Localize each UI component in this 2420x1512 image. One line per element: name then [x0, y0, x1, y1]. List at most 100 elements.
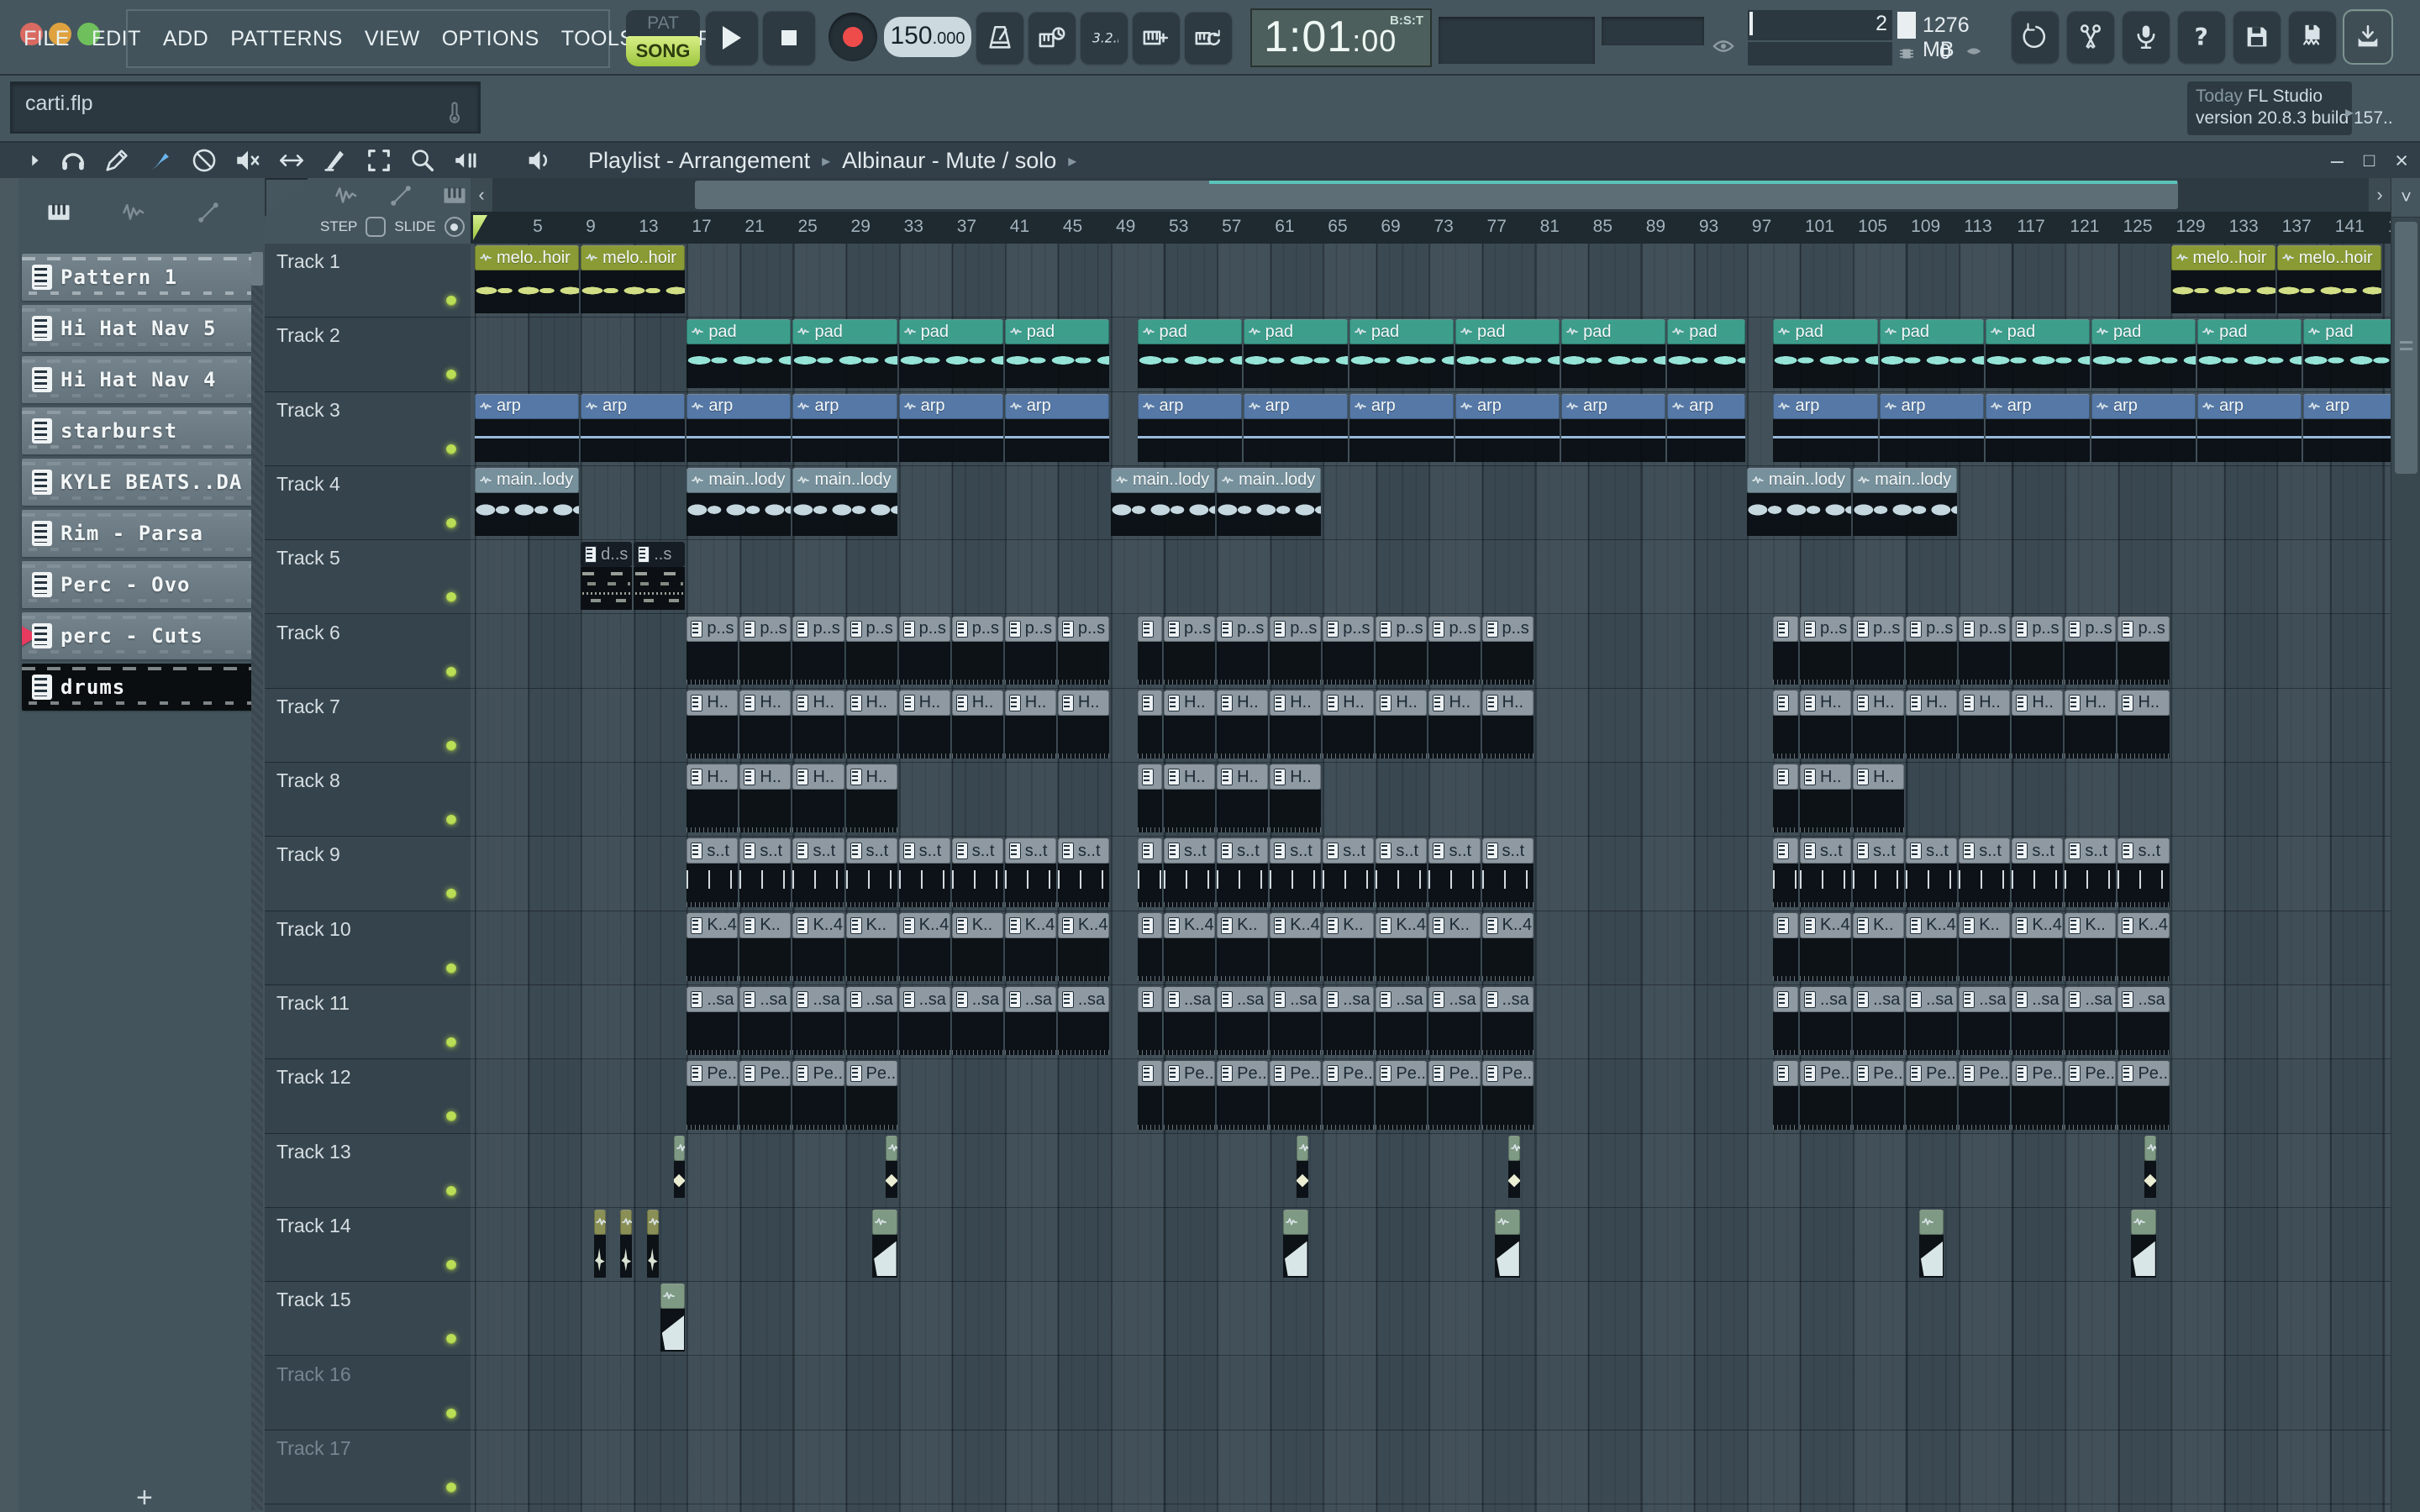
track-lane-17[interactable] [471, 1430, 2391, 1505]
pattern-clip[interactable]: p..s [1959, 616, 2011, 686]
pattern-clip[interactable]: p..s [1004, 616, 1056, 686]
audio-clip[interactable]: arp [475, 393, 580, 464]
playback-marker[interactable] [473, 215, 487, 240]
audio-clip[interactable] [2131, 1209, 2156, 1279]
stop-button[interactable] [763, 11, 815, 65]
pattern-clip[interactable]: ..sa [1906, 987, 1958, 1057]
pattern-clip[interactable]: p..s [1057, 616, 1109, 686]
pattern-clip[interactable]: Pe.. [2065, 1061, 2117, 1131]
step-toggle[interactable] [366, 217, 387, 237]
project-title-box[interactable]: carti.flp [10, 81, 481, 134]
pattern-clip[interactable]: p..s [2118, 616, 2170, 686]
pattern-item-starburst[interactable]: starburst [22, 407, 255, 454]
pattern-clip[interactable] [1773, 690, 1798, 760]
pattern-clip[interactable]: K..4 [898, 912, 950, 983]
pattern-clip[interactable]: Pe.. [2012, 1061, 2064, 1131]
scroll-up-button[interactable]: ˅ [2391, 178, 2420, 218]
scroll-thumb[interactable] [695, 181, 2178, 209]
pat-song-toggle[interactable]: PAT SONG [626, 10, 700, 66]
pattern-clip[interactable]: ..sa [1853, 987, 1905, 1057]
pattern-clip[interactable]: s..t [951, 838, 1003, 908]
pattern-clip[interactable]: H.. [687, 764, 739, 834]
pattern-clip[interactable]: p..s [1800, 616, 1852, 686]
audio-clip[interactable]: arp [1561, 393, 1666, 464]
pattern-clip[interactable]: s..t [2065, 838, 2117, 908]
pattern-clip[interactable] [1137, 690, 1163, 760]
pattern-clip[interactable]: p..s [1217, 616, 1269, 686]
audio-clip[interactable]: pad [1879, 319, 1984, 389]
scroll-right-button[interactable]: › [2369, 178, 2391, 212]
pattern-clip[interactable]: p..s [1428, 616, 1481, 686]
pattern-clip[interactable]: s..t [898, 838, 950, 908]
pattern-clip[interactable]: K.. [739, 912, 792, 983]
track-header-15[interactable]: Track 15 [265, 1282, 471, 1357]
speaker-icon[interactable] [524, 146, 553, 175]
audio-clip[interactable]: main..lody [792, 467, 897, 538]
pattern-clip[interactable]: K..4 [2118, 912, 2170, 983]
select-marquee-icon[interactable] [365, 146, 393, 175]
audio-clip[interactable]: arp [792, 393, 897, 464]
track-mute-led[interactable] [446, 1482, 456, 1493]
pattern-clip[interactable]: s..t [1800, 838, 1852, 908]
pattern-clip[interactable]: H.. [1323, 690, 1375, 760]
pattern-clip[interactable]: K..4 [1004, 912, 1056, 983]
pattern-clip[interactable]: p..s [2012, 616, 2064, 686]
audio-clip[interactable] [660, 1284, 686, 1353]
pattern-clip[interactable]: K..4 [1057, 912, 1109, 983]
pattern-clip[interactable]: K..4 [1376, 912, 1428, 983]
pattern-clip[interactable] [1773, 838, 1798, 908]
pattern-clip[interactable]: s..t [1270, 838, 1322, 908]
tab-automation-icon[interactable] [193, 200, 224, 229]
pattern-clip[interactable]: H.. [1800, 764, 1852, 834]
pattern-clip[interactable]: H.. [1906, 690, 1958, 760]
audio-clip[interactable]: arp [1137, 393, 1242, 464]
picker-add-button[interactable]: + [136, 1482, 153, 1512]
pattern-clip[interactable]: Pe.. [1800, 1061, 1852, 1131]
audio-clip[interactable] [1495, 1209, 1520, 1279]
track-mute-led[interactable] [446, 517, 456, 528]
pattern-clip[interactable]: K..4 [2012, 912, 2064, 983]
pattern-clip[interactable]: H.. [845, 764, 897, 834]
maximize-button[interactable]: □ [2364, 150, 2375, 171]
audio-clip[interactable]: melo..hoir [2170, 245, 2275, 315]
track-lane-16[interactable] [471, 1356, 2391, 1431]
track-header-1[interactable]: Track 1 [265, 244, 471, 318]
audio-clip[interactable]: pad [687, 319, 792, 389]
pattern-clip[interactable]: K.. [1428, 912, 1481, 983]
audio-clip[interactable]: main..lody [1110, 467, 1216, 538]
pattern-clip[interactable]: s..t [1004, 838, 1056, 908]
pattern-clip[interactable]: p..s [2065, 616, 2117, 686]
pattern-clip[interactable]: H.. [1164, 764, 1216, 834]
pattern-clip[interactable]: s..t [1906, 838, 1958, 908]
pattern-clip[interactable]: H.. [1481, 690, 1534, 760]
audio-clip[interactable] [885, 1135, 897, 1200]
track-lane-13[interactable] [471, 1133, 2391, 1208]
track-mute-led[interactable] [446, 666, 456, 677]
audio-clip[interactable]: pad [1561, 319, 1666, 389]
audio-clip[interactable] [673, 1135, 686, 1200]
news-panel[interactable]: Today FL Studio version 20.8.3 build 157… [2187, 81, 2393, 135]
track-mute-led[interactable] [446, 1334, 456, 1345]
pattern-clip[interactable]: H.. [1217, 764, 1269, 834]
pattern-clip[interactable]: K..4 [1800, 912, 1852, 983]
audio-clip[interactable]: arp [1004, 393, 1109, 464]
pattern-clip[interactable]: ..sa [1270, 987, 1322, 1057]
pattern-clip[interactable]: H.. [1376, 690, 1428, 760]
pattern-clip[interactable] [1137, 838, 1163, 908]
pattern-clip[interactable]: H.. [1959, 690, 2011, 760]
pattern-clip[interactable]: Pe.. [739, 1061, 792, 1131]
pattern-clip[interactable]: s..t [1853, 838, 1905, 908]
audio-clip[interactable]: pad [2303, 319, 2391, 389]
audio-clip[interactable]: pad [2197, 319, 2302, 389]
pattern-clip[interactable]: s..t [1164, 838, 1216, 908]
audio-clip[interactable]: d..s [581, 542, 633, 612]
online-eye-icon[interactable] [1711, 34, 1736, 63]
pattern-clip[interactable]: H.. [2118, 690, 2170, 760]
typing-to-piano-button[interactable] [1133, 12, 1180, 64]
track-lane-14[interactable] [471, 1207, 2391, 1283]
pattern-clip[interactable] [1137, 764, 1163, 834]
track-header-2[interactable]: Track 2 [265, 318, 471, 392]
track-header-13[interactable]: Track 13 [265, 1133, 471, 1208]
pattern-clip[interactable]: H.. [792, 690, 844, 760]
pat-mode-label[interactable]: PAT [626, 10, 700, 37]
